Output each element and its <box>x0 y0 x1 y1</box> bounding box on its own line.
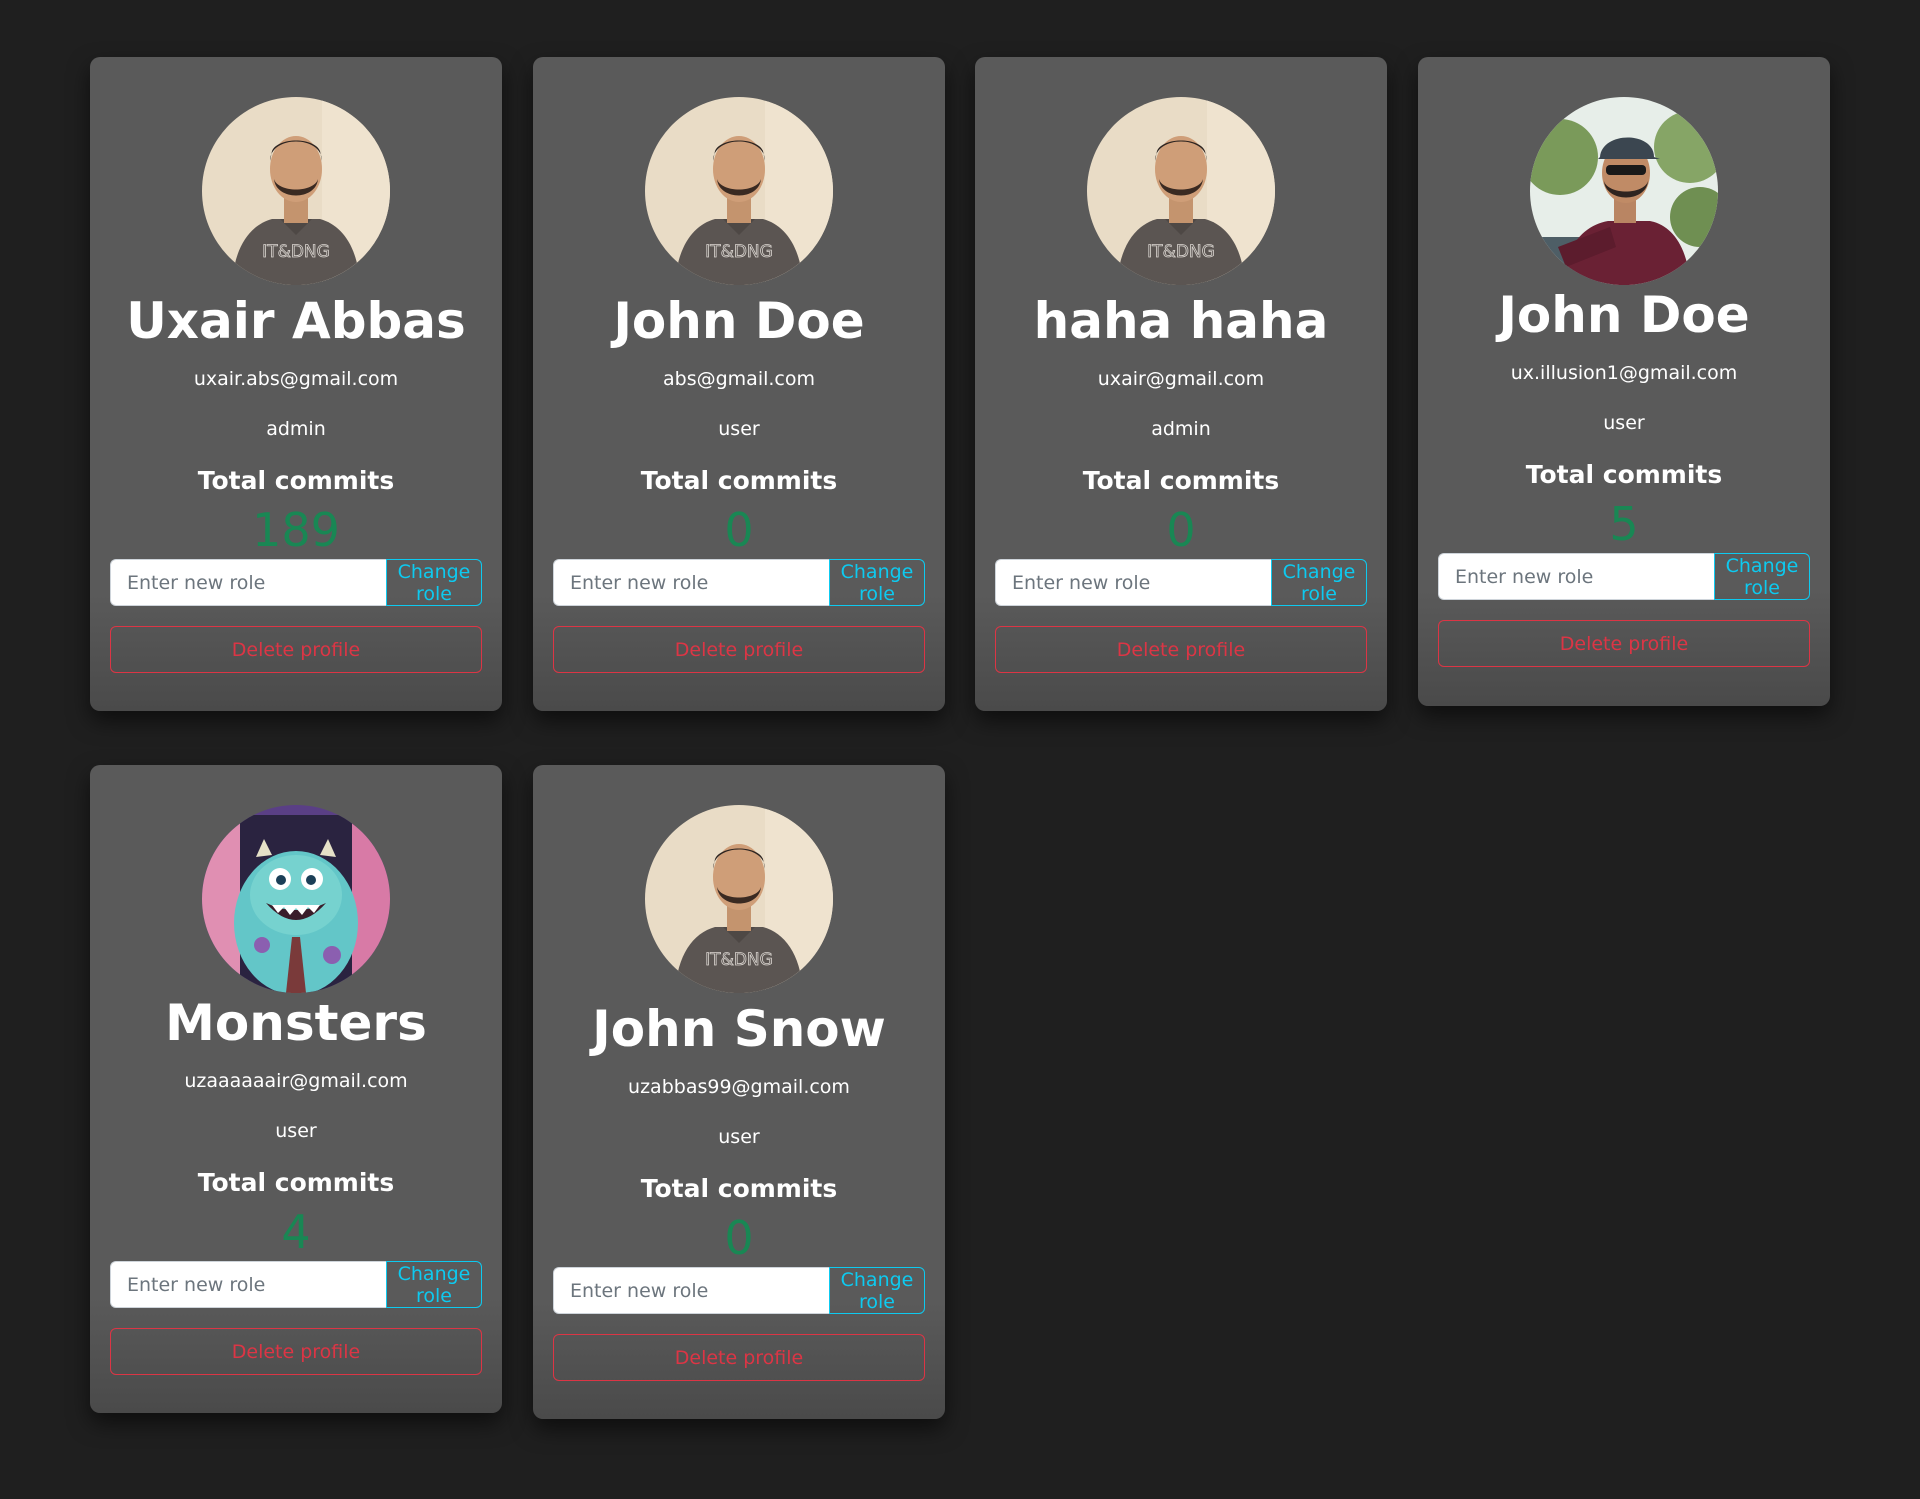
user-name: Monsters <box>165 994 427 1052</box>
change-role-form: Change role <box>110 559 482 606</box>
user-email: uzabbas99@gmail.com <box>628 1076 850 1098</box>
avatar <box>1530 97 1718 285</box>
avatar <box>645 805 833 993</box>
avatar-image <box>1087 97 1275 285</box>
user-role: admin <box>266 418 326 440</box>
change-role-button[interactable]: Change role <box>829 1267 925 1314</box>
user-name: John Doe <box>1498 286 1750 344</box>
total-commits-value: 0 <box>724 1211 754 1265</box>
delete-profile-button[interactable]: Delete profile <box>553 1334 925 1381</box>
avatar <box>202 97 390 285</box>
avatar-image <box>1530 97 1718 285</box>
change-role-button[interactable]: Change role <box>386 1261 482 1308</box>
avatar <box>645 97 833 285</box>
change-role-button[interactable]: Change role <box>829 559 925 606</box>
user-name: John Doe <box>613 292 865 350</box>
delete-profile-button[interactable]: Delete profile <box>110 626 482 673</box>
change-role-form: Change role <box>1438 553 1810 600</box>
total-commits-value: 0 <box>724 503 754 557</box>
user-role: user <box>1603 412 1645 434</box>
user-card: haha haha uxair@gmail.com admin Total co… <box>975 57 1387 711</box>
user-card: John Doe abs@gmail.com user Total commit… <box>533 57 945 711</box>
total-commits-value: 189 <box>252 503 340 557</box>
total-commits-label: Total commits <box>640 1174 838 1203</box>
avatar-image <box>202 805 390 993</box>
delete-profile-button[interactable]: Delete profile <box>110 1328 482 1375</box>
new-role-input[interactable] <box>110 559 386 606</box>
user-role: user <box>275 1120 317 1142</box>
new-role-input[interactable] <box>1438 553 1714 600</box>
user-card: Uxair Abbas uxair.abs@gmail.com admin To… <box>90 57 502 711</box>
avatar-image <box>645 97 833 285</box>
user-role: admin <box>1151 418 1211 440</box>
user-email: abs@gmail.com <box>663 368 815 390</box>
total-commits-value: 0 <box>1166 503 1196 557</box>
change-role-button[interactable]: Change role <box>386 559 482 606</box>
total-commits-label: Total commits <box>197 1168 395 1197</box>
avatar <box>202 805 390 993</box>
change-role-form: Change role <box>995 559 1367 606</box>
delete-profile-button[interactable]: Delete profile <box>553 626 925 673</box>
avatar-image <box>202 97 390 285</box>
total-commits-label: Total commits <box>640 466 838 495</box>
user-email: uxair.abs@gmail.com <box>193 368 399 390</box>
change-role-button[interactable]: Change role <box>1714 553 1810 600</box>
change-role-button[interactable]: Change role <box>1271 559 1367 606</box>
new-role-input[interactable] <box>110 1261 386 1308</box>
user-name: Uxair Abbas <box>126 292 466 350</box>
delete-profile-button[interactable]: Delete profile <box>995 626 1367 673</box>
new-role-input[interactable] <box>995 559 1271 606</box>
total-commits-value: 5 <box>1609 497 1639 551</box>
delete-profile-button[interactable]: Delete profile <box>1438 620 1810 667</box>
user-cards-grid: Uxair Abbas uxair.abs@gmail.com admin To… <box>0 0 1920 1499</box>
change-role-form: Change role <box>110 1261 482 1308</box>
user-card: John Doe ux.illusion1@gmail.com user Tot… <box>1418 57 1830 706</box>
total-commits-label: Total commits <box>197 466 395 495</box>
change-role-form: Change role <box>553 1267 925 1314</box>
user-card: John Snow uzabbas99@gmail.com user Total… <box>533 765 945 1419</box>
new-role-input[interactable] <box>553 559 829 606</box>
avatar-image <box>645 805 833 993</box>
new-role-input[interactable] <box>553 1267 829 1314</box>
user-name: John Snow <box>592 1000 886 1058</box>
user-email: uzaaaaaair@gmail.com <box>184 1070 408 1092</box>
avatar <box>1087 97 1275 285</box>
user-card: Monsters uzaaaaaair@gmail.com user Total… <box>90 765 502 1413</box>
total-commits-label: Total commits <box>1082 466 1280 495</box>
user-email: uxair@gmail.com <box>1097 368 1265 390</box>
total-commits-label: Total commits <box>1525 460 1723 489</box>
user-role: user <box>718 418 760 440</box>
user-role: user <box>718 1126 760 1148</box>
total-commits-value: 4 <box>281 1205 311 1259</box>
user-email: ux.illusion1@gmail.com <box>1510 362 1738 384</box>
change-role-form: Change role <box>553 559 925 606</box>
user-name: haha haha <box>1033 292 1329 350</box>
